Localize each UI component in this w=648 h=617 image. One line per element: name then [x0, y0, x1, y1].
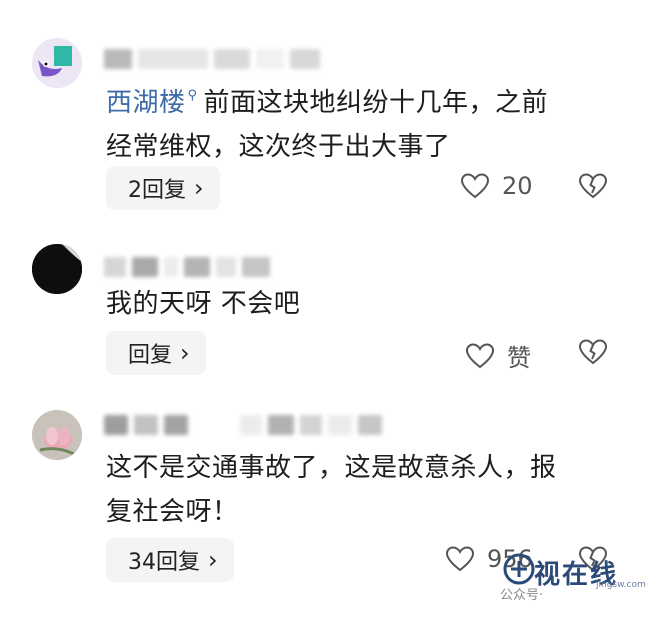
avatar[interactable]	[32, 410, 82, 460]
reply-button[interactable]: 2回复 ›	[106, 166, 220, 210]
user-mention[interactable]: 西湖楼	[106, 88, 186, 118]
search-icon[interactable]: ⚲	[188, 74, 198, 118]
avatar[interactable]	[32, 38, 82, 88]
username-blurred	[104, 256, 270, 278]
username-blurred	[104, 414, 382, 436]
reply-label: 回复	[128, 343, 173, 368]
chevron-right-icon: ›	[208, 546, 218, 574]
comment-line: 复社会呀！	[106, 497, 239, 527]
avatar-image	[32, 38, 82, 88]
comment-line: 我的天呀 不会吧	[106, 289, 301, 319]
comment-item: 我的天呀 不会吧 回复 › 赞	[0, 230, 648, 390]
dislike-button[interactable]	[578, 338, 608, 366]
like-button[interactable]: 赞	[465, 338, 531, 373]
avatar-image	[32, 244, 82, 294]
like-label: 赞	[507, 344, 531, 372]
comment-text: 我的天呀 不会吧	[106, 282, 608, 326]
reply-label: 34回复	[128, 550, 200, 575]
watermark-url: jingsw.com	[596, 580, 646, 590]
chevron-right-icon: ›	[180, 339, 190, 367]
comment-line: 前面这块地纠纷十几年，之前	[203, 88, 549, 118]
reply-label: 2回复	[128, 178, 186, 203]
avatar[interactable]	[32, 244, 82, 294]
reply-button[interactable]: 34回复 ›	[106, 538, 234, 582]
heart-icon	[465, 342, 495, 368]
comment-line: 经常维权，这次终于出大事了	[106, 132, 451, 162]
avatar-image	[32, 410, 82, 460]
watermark: 视在线 公众号· jingsw.com	[500, 552, 648, 604]
comment-line: 这不是交通事故了，这是故意杀人，报	[106, 453, 557, 483]
broken-heart-icon	[578, 339, 608, 365]
dislike-button[interactable]	[578, 172, 608, 200]
broken-heart-icon	[578, 173, 608, 199]
username-blurred	[104, 48, 320, 70]
chevron-right-icon: ›	[194, 174, 204, 202]
like-button[interactable]: 20	[460, 172, 533, 200]
watermark-subtitle: 公众号·	[500, 588, 544, 603]
heart-icon	[445, 546, 475, 572]
like-count: 20	[502, 172, 533, 200]
news-logo-icon	[503, 553, 535, 585]
reply-button[interactable]: 回复 ›	[106, 331, 206, 375]
heart-icon	[460, 173, 490, 199]
comment-item: 西湖楼 ⚲ 前面这块地纠纷十几年，之前 经常维权，这次终于出大事了 2回复 › 20	[0, 0, 648, 220]
comment-text: 这不是交通事故了，这是故意杀人，报 复社会呀！	[106, 446, 608, 534]
comment-text: 西湖楼 ⚲ 前面这块地纠纷十几年，之前 经常维权，这次终于出大事了	[106, 74, 608, 169]
